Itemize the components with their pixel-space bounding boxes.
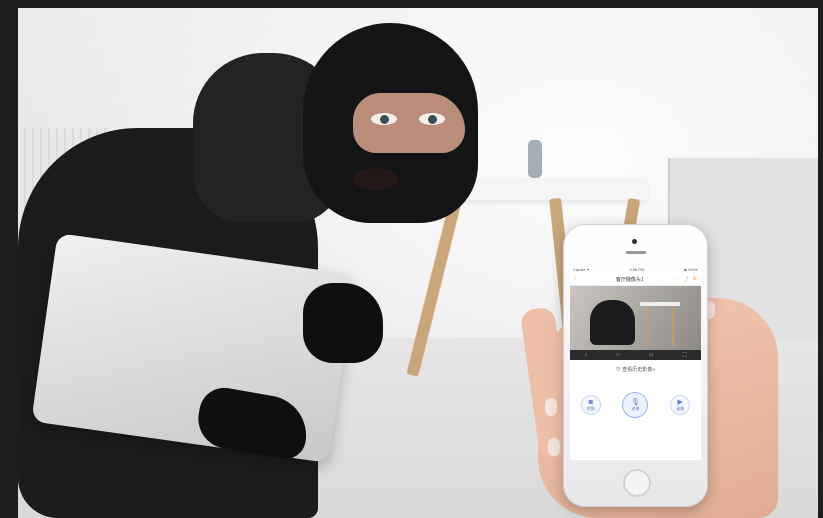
- snapshot-label: 拍照: [586, 405, 595, 411]
- left-eye: [371, 113, 397, 125]
- video-desk-leg: [648, 306, 650, 346]
- video-controls: ♪ □ ▭ ⛶: [570, 350, 701, 360]
- battery: ■ 100%: [684, 267, 698, 272]
- camera-icon: ◙: [588, 398, 593, 406]
- settings-icon[interactable]: ⚙: [693, 276, 697, 283]
- fingernail: [548, 438, 560, 456]
- live-video-feed[interactable]: [570, 286, 701, 350]
- talk-label: 对讲: [631, 405, 640, 411]
- eye-opening: [353, 93, 465, 153]
- carrier-label: Carrier ✦: [573, 267, 590, 272]
- smartphone: Carrier ✦ 4:56 PM ■ 100% ‹ 客厅摄像头1 ⤴ ⚙ ♪ …: [563, 224, 708, 507]
- camera-title: 客厅摄像头1: [615, 276, 644, 283]
- app-header: ‹ 客厅摄像头1 ⤴ ⚙: [570, 273, 701, 286]
- sound-icon[interactable]: ♪: [585, 352, 588, 358]
- gloved-hand: [303, 283, 383, 363]
- video-desk: [640, 302, 680, 306]
- right-eye: [419, 113, 445, 125]
- mouth-opening: [353, 168, 398, 190]
- screenshot-icon[interactable]: □: [616, 352, 619, 358]
- photo-scene: Carrier ✦ 4:56 PM ■ 100% ‹ 客厅摄像头1 ⤴ ⚙ ♪ …: [18, 8, 818, 518]
- video-icon: ▶: [677, 398, 683, 406]
- record-button[interactable]: ▶ 录像: [670, 395, 691, 415]
- burglar-figure: [18, 8, 488, 518]
- video-desk-leg: [672, 306, 674, 346]
- video-burglar: [590, 300, 635, 345]
- clock-icon: ◷: [615, 366, 621, 372]
- share-icon[interactable]: ⤴: [683, 276, 688, 283]
- fullscreen-icon[interactable]: ⛶: [683, 352, 687, 358]
- back-arrow-icon[interactable]: ‹: [574, 276, 576, 282]
- talk-button[interactable]: 🎙 对讲: [622, 392, 649, 418]
- action-buttons: ◙ 拍照 🎙 对讲 ▶ 录像: [570, 378, 701, 418]
- home-button[interactable]: [623, 469, 651, 497]
- snapshot-button[interactable]: ◙ 拍照: [580, 395, 601, 415]
- record-label: 录像: [676, 405, 685, 411]
- microphone-icon: 🎙: [631, 398, 640, 406]
- earpiece: [626, 251, 646, 254]
- history-link[interactable]: ◷ 查看历史影像»: [570, 360, 701, 378]
- image-frame: Carrier ✦ 4:56 PM ■ 100% ‹ 客厅摄像头1 ⤴ ⚙ ♪ …: [0, 0, 823, 518]
- clock: 4:56 PM: [629, 267, 645, 272]
- quality-icon[interactable]: ▭: [649, 352, 654, 358]
- history-label: 查看历史影像»: [622, 366, 656, 373]
- vase: [528, 140, 542, 178]
- header-actions: ⤴ ⚙: [683, 276, 697, 283]
- status-bar: Carrier ✦ 4:56 PM ■ 100%: [570, 266, 701, 273]
- phone-screen: Carrier ✦ 4:56 PM ■ 100% ‹ 客厅摄像头1 ⤴ ⚙ ♪ …: [570, 266, 701, 460]
- fingernail: [545, 398, 557, 416]
- front-camera: [632, 239, 637, 244]
